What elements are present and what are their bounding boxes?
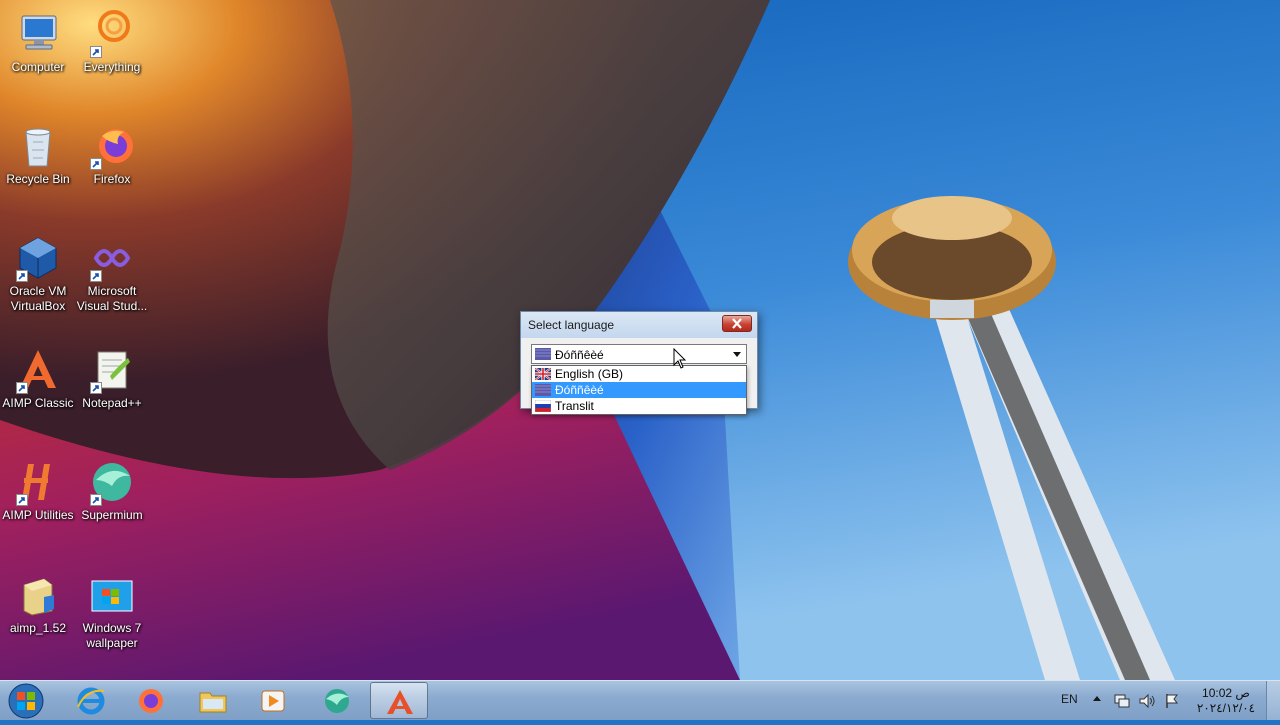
image-file-icon	[91, 580, 133, 612]
combo-selected-value: Ðóññêèé	[555, 348, 604, 362]
desktop-icon-computer[interactable]: Computer	[0, 10, 76, 75]
language-option-translit[interactable]: Translit	[532, 398, 746, 414]
desktop-icon-notepad-plus-plus[interactable]: Notepad++	[74, 346, 150, 411]
taskbar-aimp[interactable]	[370, 682, 428, 719]
firefox-icon	[139, 689, 163, 713]
desktop-icon-aimp-installer[interactable]: aimp_1.52	[0, 571, 76, 636]
volume-icon[interactable]	[1138, 692, 1156, 710]
desktop-icon-label: aimp_1.52	[9, 621, 67, 635]
desktop-icon-visual-studio[interactable]: Microsoft Visual Stud...	[74, 234, 150, 314]
desktop-icon-label: Firefox	[93, 172, 131, 186]
desktop-icon-label: Recycle Bin	[6, 172, 70, 186]
taskbar-supermium[interactable]	[308, 682, 366, 719]
explorer-folder-icon	[199, 692, 227, 713]
desktop-icon-wallpaper-file[interactable]: Windows 7 wallpaper	[74, 571, 150, 651]
aimp-icon	[387, 690, 413, 714]
shortcut-arrow-icon	[16, 494, 28, 506]
close-button[interactable]	[722, 315, 752, 332]
clock-time[interactable]: 10:02 ص	[1196, 686, 1256, 701]
shortcut-arrow-icon	[16, 270, 28, 282]
uk-flag-icon	[535, 368, 551, 380]
dialog-title: Select language	[528, 318, 615, 332]
language-option-label: Translit	[555, 399, 594, 413]
desktop-icon-label: AIMP Classic	[2, 396, 74, 410]
russian-flag-icon	[535, 384, 551, 396]
language-option-label: Ðóññêèé	[555, 383, 604, 397]
combo-dropdown-button[interactable]	[728, 345, 746, 363]
shortcut-arrow-icon	[90, 158, 102, 170]
taskbar-internet-explorer[interactable]	[62, 682, 120, 719]
clock-date[interactable]: ٢٠٢٤/١٢/٠٤	[1190, 701, 1262, 716]
desktop-icon-label: Windows 7 wallpaper	[82, 621, 142, 650]
desktop-icon-label: Notepad++	[82, 396, 142, 410]
desktop-icon-label: Everything	[83, 60, 141, 74]
internet-explorer-icon	[77, 687, 105, 715]
desktop-icon-label: Oracle VM VirtualBox	[9, 284, 67, 313]
taskbar-firefox[interactable]	[122, 682, 180, 719]
desktop-icon-supermium[interactable]: Supermium	[74, 458, 150, 523]
desktop-icon-everything[interactable]: Everything	[74, 10, 150, 75]
desktop-icon-virtualbox[interactable]: Oracle VM VirtualBox	[0, 234, 76, 314]
show-hidden-icons-chevron-icon[interactable]	[1092, 694, 1102, 702]
start-button[interactable]	[4, 682, 48, 720]
desktop-icon-label: Supermium	[81, 508, 143, 522]
chevron-down-icon	[733, 352, 741, 357]
desktop-icon-recycle-bin[interactable]: Recycle Bin	[0, 122, 76, 187]
close-icon	[732, 318, 742, 329]
desktop-icon-firefox[interactable]: Firefox	[74, 122, 150, 187]
language-combobox[interactable]: Ðóññêèé	[531, 344, 747, 364]
desktop-icon-aimp-classic[interactable]: AIMP Classic	[0, 346, 76, 411]
action-center-flag-icon[interactable]	[1163, 692, 1181, 710]
installer-icon	[23, 578, 54, 616]
desktop-icon-label: AIMP Utilities	[2, 508, 74, 522]
language-option-english-gb[interactable]: English (GB)	[532, 366, 746, 382]
language-dropdown-list[interactable]: English (GB) Ðóññêèé Translit	[531, 365, 747, 415]
shortcut-arrow-icon	[90, 382, 102, 394]
desktop-icon-label: Computer	[11, 60, 65, 74]
shortcut-arrow-icon	[90, 494, 102, 506]
desktop-icon-label: Microsoft Visual Stud...	[76, 284, 148, 313]
windows-orb-icon	[8, 683, 44, 719]
desktop-icon-aimp-utilities[interactable]: AIMP Utilities	[0, 458, 76, 523]
show-desktop-button[interactable]	[1266, 681, 1280, 720]
taskbar-explorer[interactable]	[184, 682, 242, 719]
shortcut-arrow-icon	[90, 270, 102, 282]
shortcut-arrow-icon	[16, 382, 28, 394]
taskbar: EN 10:02 ص ٢٠٢٤/١٢/٠٤	[0, 680, 1280, 720]
language-option-label: English (GB)	[555, 367, 624, 381]
combo-flag-icon	[535, 348, 551, 360]
supermium-icon	[325, 689, 349, 713]
computer-icon	[21, 15, 57, 50]
recycle-bin-icon	[25, 128, 51, 167]
language-option-russian[interactable]: Ðóññêèé	[532, 382, 746, 398]
dialog-titlebar[interactable]: Select language	[521, 312, 757, 338]
input-language-indicator[interactable]: EN	[1061, 692, 1078, 706]
taskbar-media-player[interactable]	[244, 682, 302, 719]
network-icon[interactable]	[1113, 692, 1131, 710]
russian-flag-icon	[535, 400, 551, 412]
mouse-pointer-icon	[673, 348, 687, 369]
media-player-icon	[261, 690, 285, 712]
shortcut-arrow-icon	[90, 46, 102, 58]
